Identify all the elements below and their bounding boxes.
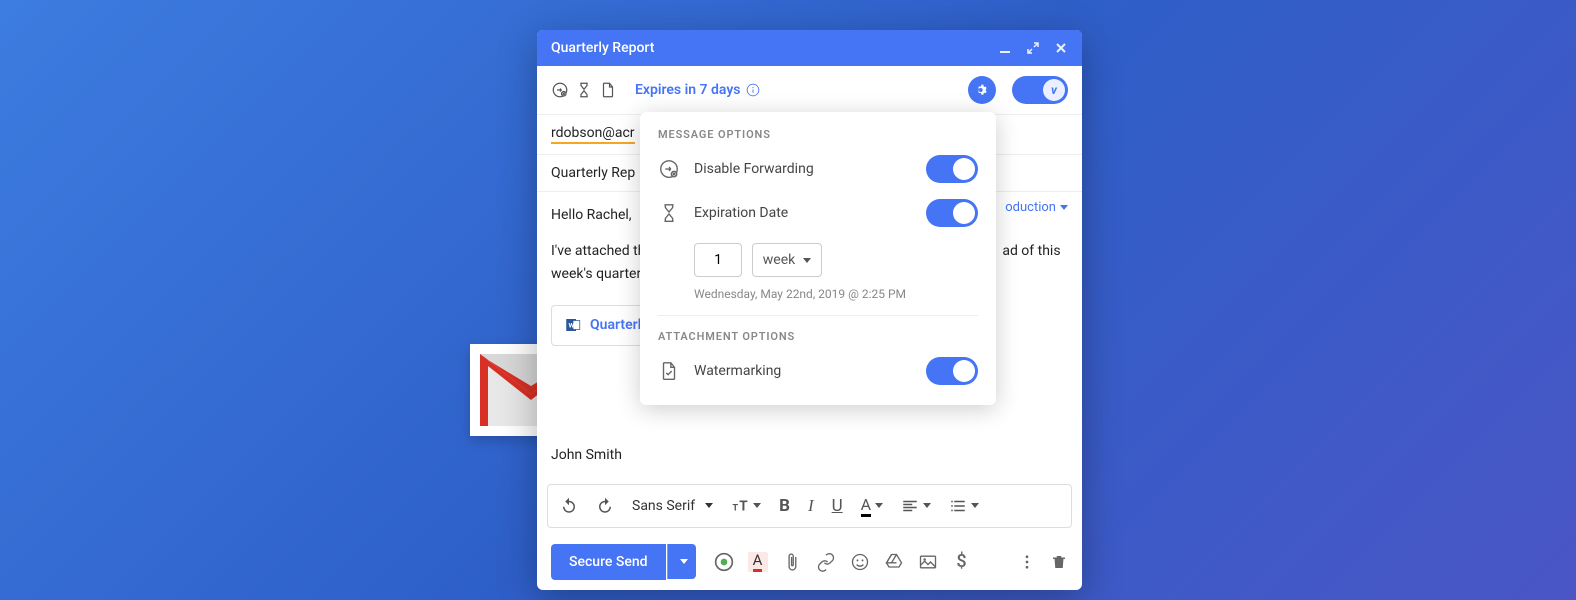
expiration-datetime: Wednesday, May 22nd, 2019 @ 2:25 PM: [694, 287, 978, 301]
settings-gear-button[interactable]: [968, 76, 996, 104]
attachment-chip[interactable]: W Quarterl: [551, 305, 654, 345]
bold-button[interactable]: B: [771, 490, 798, 522]
info-icon[interactable]: [746, 83, 760, 97]
svg-text:W: W: [569, 322, 575, 330]
attach-button[interactable]: [782, 552, 802, 572]
expires-label: Expires in 7 days: [635, 82, 760, 98]
to-value: rdobson@acr: [551, 125, 635, 144]
options-popup: MESSAGE OPTIONS Disable Forwarding Expir…: [640, 112, 996, 405]
discard-button[interactable]: [1050, 553, 1068, 571]
font-size-button[interactable]: TT: [723, 491, 769, 521]
image-button[interactable]: [918, 552, 938, 572]
font-selector[interactable]: Sans Serif: [624, 498, 721, 514]
attachment-options-header: ATTACHMENT OPTIONS: [658, 330, 978, 343]
expand-icon[interactable]: [1026, 41, 1040, 55]
close-icon[interactable]: [1054, 41, 1068, 55]
undo-button[interactable]: [552, 491, 586, 521]
word-doc-icon: W: [564, 316, 582, 334]
svg-text:T: T: [733, 503, 739, 513]
italic-button[interactable]: I: [800, 490, 822, 522]
secure-toggle[interactable]: [1012, 76, 1068, 104]
security-bar: Expires in 7 days: [537, 66, 1082, 115]
introduction-link[interactable]: oduction: [1005, 200, 1068, 215]
titlebar: Quarterly Report: [537, 30, 1082, 66]
minimize-icon[interactable]: [998, 41, 1012, 55]
watermarking-toggle[interactable]: [926, 357, 978, 385]
message-options-header: MESSAGE OPTIONS: [658, 128, 978, 141]
window-title: Quarterly Report: [551, 40, 654, 56]
format-toolbar: Sans Serif TT B I U A: [547, 484, 1072, 528]
expiration-date-label: Expiration Date: [694, 205, 912, 221]
text-format-button[interactable]: A: [748, 552, 768, 572]
attachment-name: Quarterl: [590, 314, 641, 336]
svg-text:T: T: [739, 498, 748, 514]
send-more-button[interactable]: [667, 544, 696, 579]
disable-forward-icon: [551, 81, 569, 99]
virtru-icon[interactable]: [714, 552, 734, 572]
emoji-button[interactable]: [850, 552, 870, 572]
hourglass-icon: [658, 202, 680, 224]
secure-send-button[interactable]: Secure Send: [551, 544, 666, 580]
link-button[interactable]: [816, 552, 836, 572]
signature: John Smith: [551, 444, 1068, 466]
drive-button[interactable]: [884, 552, 904, 572]
money-button[interactable]: $: [952, 552, 972, 572]
list-button[interactable]: [941, 491, 987, 521]
disable-forwarding-toggle[interactable]: [926, 155, 978, 183]
underline-button[interactable]: U: [824, 490, 851, 522]
expiration-number-input[interactable]: [694, 243, 742, 277]
align-button[interactable]: [893, 491, 939, 521]
expiration-unit-select[interactable]: week: [752, 243, 822, 277]
watermark-icon: [658, 360, 680, 382]
watermarking-label: Watermarking: [694, 363, 912, 379]
watermark-icon: [599, 81, 617, 99]
subject-value: Quarterly Rep: [551, 165, 635, 181]
expiration-date-toggle[interactable]: [926, 199, 978, 227]
disable-forwarding-label: Disable Forwarding: [694, 161, 912, 177]
disable-forward-icon: [658, 158, 680, 180]
divider: [658, 315, 978, 316]
text-color-button[interactable]: A: [853, 489, 891, 523]
more-options-button[interactable]: [1018, 553, 1036, 571]
hourglass-icon: [575, 81, 593, 99]
send-bar: Secure Send A $: [537, 534, 1082, 590]
redo-button[interactable]: [588, 491, 622, 521]
